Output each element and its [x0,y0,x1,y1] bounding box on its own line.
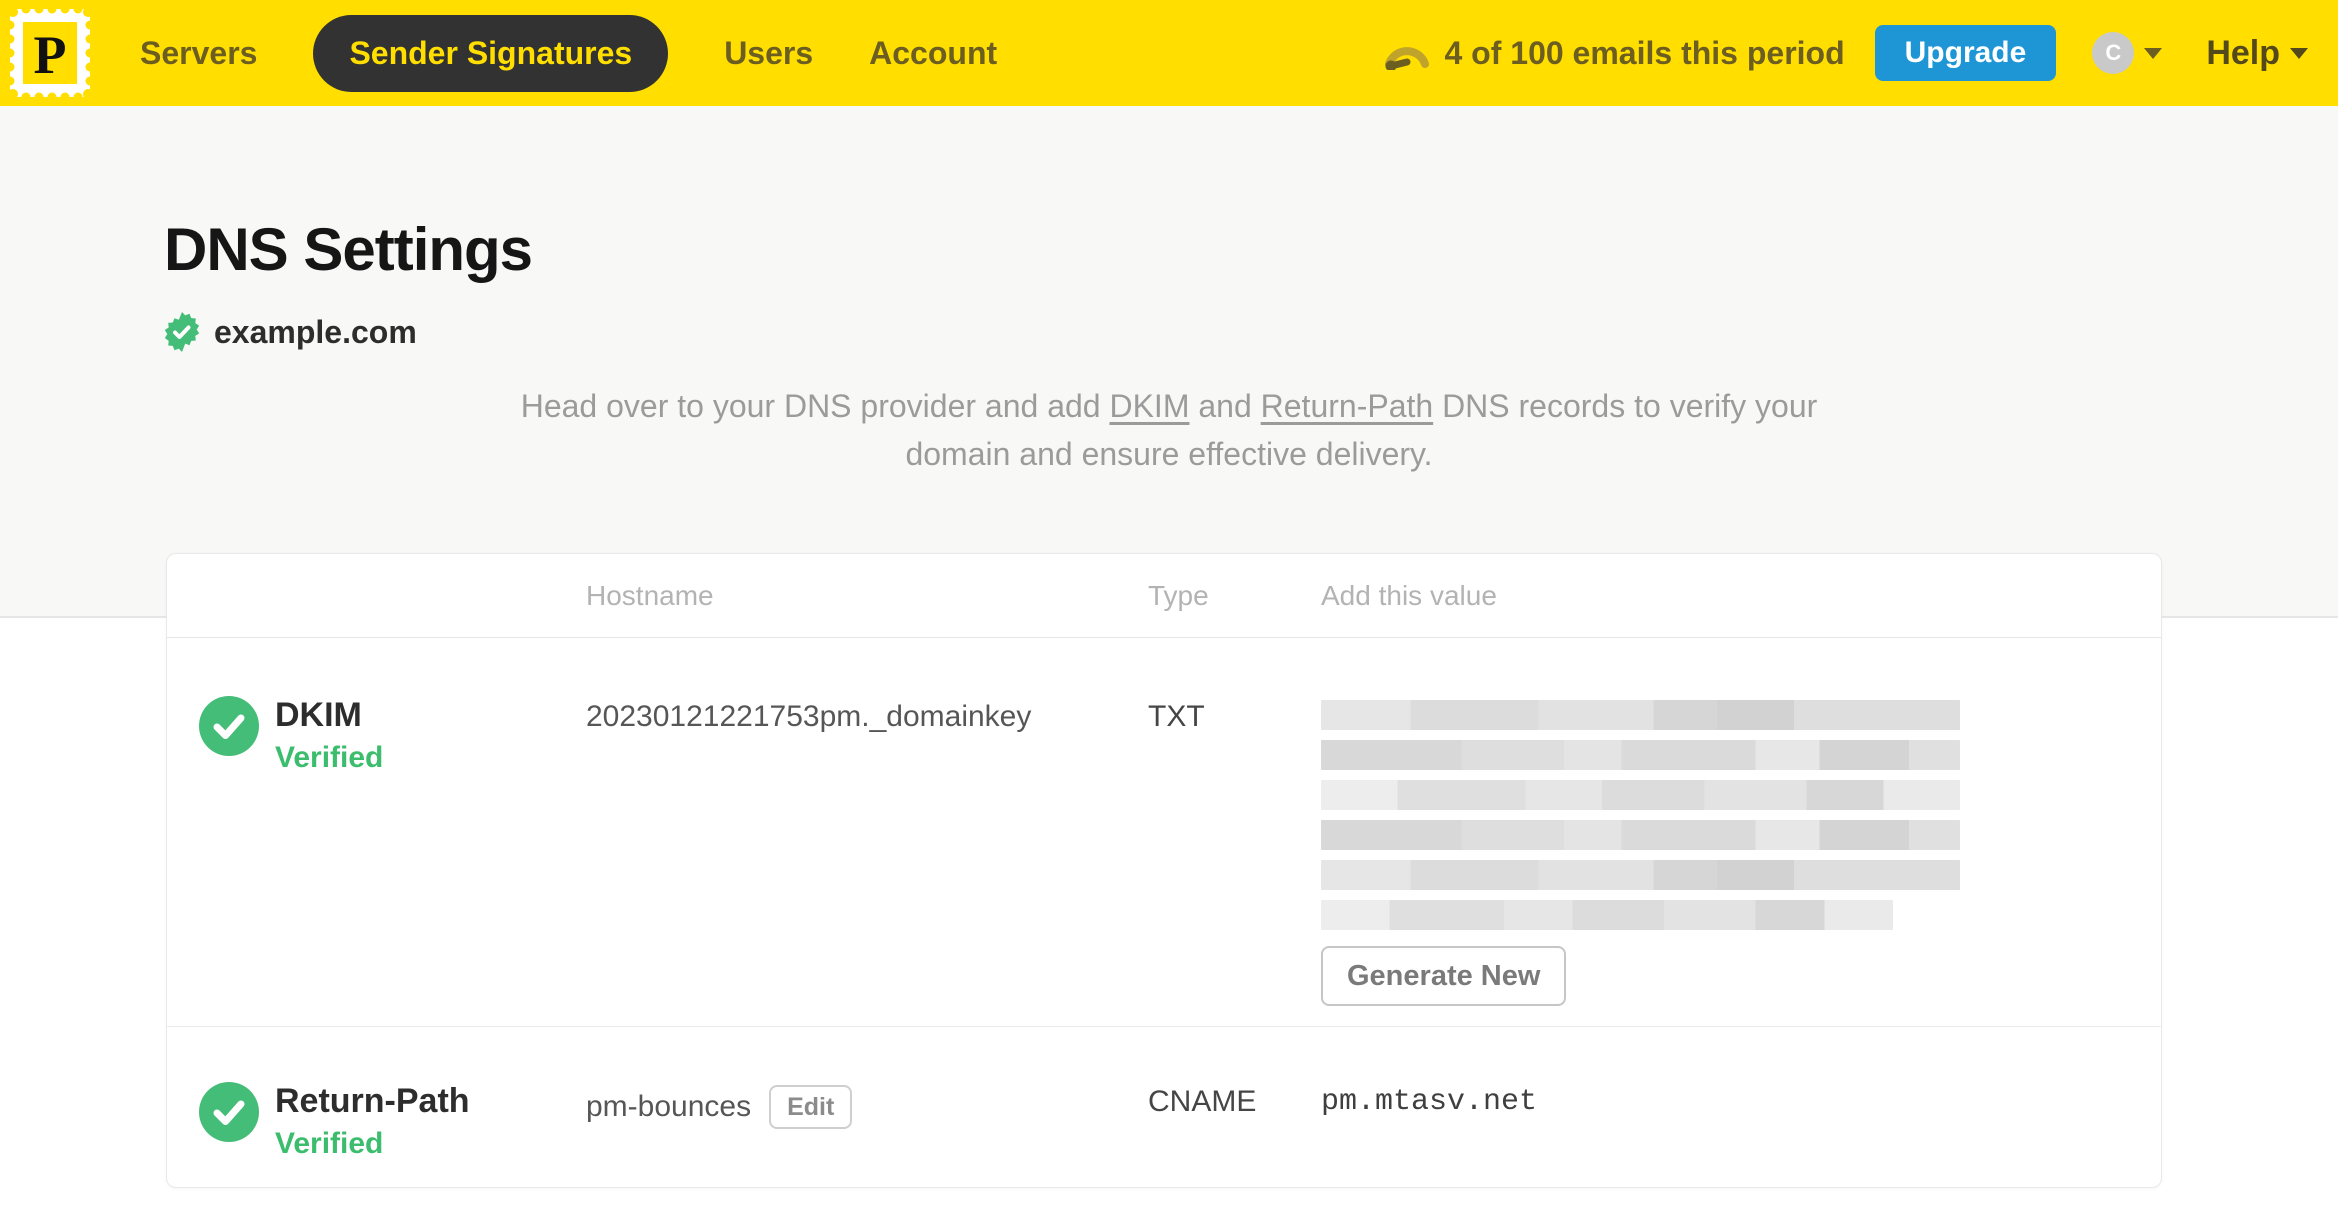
redacted-value-line [1321,820,1960,850]
return-path-type: CNAME [1148,1085,1257,1118]
instruction-part1: Head over to your DNS provider and add [520,388,1110,424]
redacted-value-line [1321,740,1960,770]
nav-item-users[interactable]: Users [724,35,813,72]
verified-seal-icon [164,312,200,352]
table-row-dkim: DKIM Verified 20230121221753pm._domainke… [167,638,2161,1027]
return-path-hostname: pm-bounces [586,1090,752,1123]
column-header-type: Type [1148,579,1209,611]
help-label: Help [2206,33,2280,72]
return-path-value-cell: pm.mtasv.net [1321,1027,2161,1187]
instruction-text: Head over to your DNS provider and add D… [469,382,1869,478]
dkim-type: TXT [1148,700,1205,733]
instruction-part2: and [1189,388,1261,424]
top-navigation-bar: P Servers Sender Signatures Users Accoun… [0,0,2338,106]
dkim-hostname: 20230121221753pm._domainkey [586,700,1032,733]
redacted-dkim-value [1321,700,2161,930]
column-header-add-this-value: Add this value [1321,579,1497,611]
return-path-status-stack: Return-Path Verified [275,1082,470,1161]
return-path-value: pm.mtasv.net [1321,1085,1538,1119]
chevron-down-icon [2144,47,2163,59]
usage-text: 4 of 100 emails this period [1444,34,1845,71]
dkim-link[interactable]: DKIM [1109,388,1189,424]
status-badge: Verified [275,741,384,774]
record-name: DKIM [275,696,362,734]
dkim-value-cell: Generate New [1321,638,2161,1026]
usage-meter[interactable]: 4 of 100 emails this period [1384,34,1845,72]
dns-records-card: Hostname Type Add this value DKIM Verifi… [166,553,2162,1188]
nav-item-sender-signatures[interactable]: Sender Signatures [313,14,669,92]
table-row-return-path: Return-Path Verified pm-bounces Edit CNA… [167,1027,2161,1187]
return-path-link[interactable]: Return-Path [1261,388,1434,424]
verified-check-icon [199,696,259,756]
verified-check-icon [199,1082,259,1142]
topbar-right-group: 4 of 100 emails this period Upgrade C He… [1384,25,2308,81]
redacted-value-line [1321,900,1893,930]
edit-button[interactable]: Edit [769,1085,853,1129]
return-path-status-cell: Return-Path Verified [167,1027,586,1187]
nav-item-servers[interactable]: Servers [140,35,257,72]
table-header-row: Hostname Type Add this value [167,554,2161,638]
page-title: DNS Settings [164,216,533,283]
avatar: C [2092,32,2135,74]
gauge-icon [1385,47,1430,70]
record-name: Return-Path [275,1082,470,1120]
dkim-status-stack: DKIM Verified [275,696,383,775]
upgrade-button[interactable]: Upgrade [1874,25,2057,81]
generate-new-button[interactable]: Generate New [1321,946,1567,1006]
svg-text:P: P [34,25,67,85]
status-badge: Verified [275,1127,384,1160]
postmark-stamp-logo-icon[interactable]: P [10,9,90,97]
return-path-hostname-cell: pm-bounces Edit [586,1027,1148,1187]
domain-name: example.com [214,313,417,350]
redacted-value-line [1321,780,1960,810]
nav-item-account[interactable]: Account [869,35,997,72]
column-header-hostname: Hostname [586,579,714,611]
redacted-value-line [1321,700,1960,730]
redacted-value-line [1321,860,1960,890]
account-menu[interactable]: C [2092,32,2163,74]
main-nav: Servers Sender Signatures Users Account [140,14,997,92]
verified-domain: example.com [162,312,2338,352]
dkim-status-cell: DKIM Verified [167,638,586,1026]
chevron-down-icon [2290,47,2308,59]
help-menu[interactable]: Help [2206,34,2308,73]
